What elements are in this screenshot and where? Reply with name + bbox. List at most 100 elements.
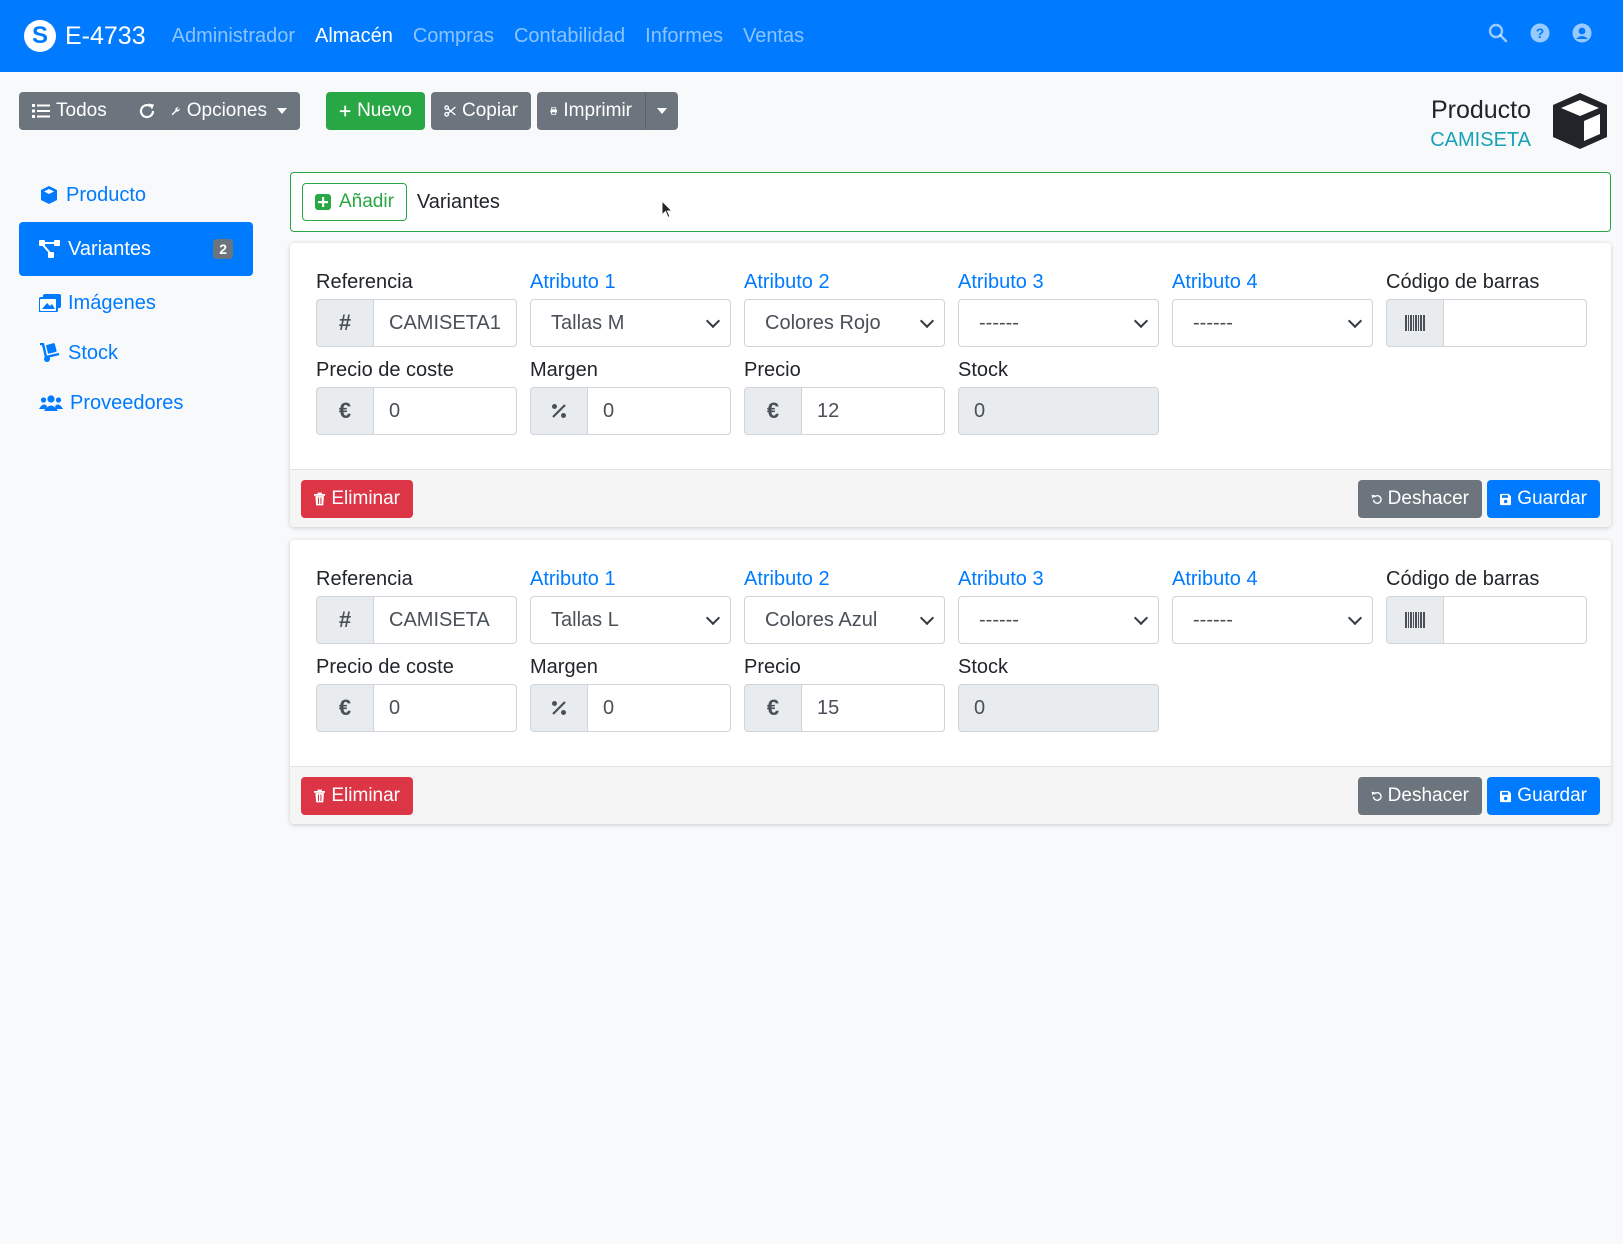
chevron-down-icon [1347, 313, 1363, 328]
attribute-3-link[interactable]: Atributo 3 [958, 269, 1159, 299]
add-variant-bar: Añadir Variantes [290, 172, 1611, 232]
brand-logo-icon: S [24, 20, 56, 52]
page-title: Producto [1430, 96, 1531, 124]
attribute-4-link[interactable]: Atributo 4 [1172, 269, 1373, 299]
print-button[interactable]: Imprimir [537, 92, 645, 130]
options-button-label: Opciones [186, 100, 267, 121]
sidebar-item-imagenes[interactable]: Imágenes [19, 278, 253, 328]
undo-button[interactable]: Deshacer [1358, 480, 1482, 518]
barcode-field: Código de barras [1386, 566, 1587, 644]
percent-icon [530, 684, 587, 732]
attribute-2-select[interactable]: Colores Azul [744, 596, 945, 644]
menu-administrador[interactable]: Administrador [172, 25, 295, 48]
save-button-label: Guardar [1517, 488, 1587, 509]
print-dropdown-toggle[interactable] [645, 92, 678, 130]
chevron-down-icon [919, 610, 935, 625]
attribute-1-select[interactable]: Tallas L [530, 596, 731, 644]
page-heading: Producto CAMISETA [1430, 90, 1611, 158]
price-label: Precio [744, 359, 801, 381]
chevron-down-icon [1133, 610, 1149, 625]
page-subtitle: CAMISETA [1430, 129, 1531, 151]
margin-field: Margen 0 [530, 654, 731, 732]
refresh-icon [139, 103, 155, 119]
price-input[interactable]: 15 [801, 684, 945, 732]
sitemap-icon [39, 240, 60, 258]
cost-price-label: Precio de coste [316, 359, 454, 381]
attribute-1-link[interactable]: Atributo 1 [530, 566, 731, 596]
save-button[interactable]: Guardar [1487, 777, 1600, 815]
brand-name: E-4733 [65, 21, 146, 50]
plus-square-icon [315, 194, 331, 210]
margin-label: Margen [530, 656, 598, 678]
hash-icon: # [316, 299, 373, 347]
barcode-input[interactable] [1443, 299, 1587, 347]
reference-input[interactable]: CAMISETA1 [373, 299, 517, 347]
attribute-2-select[interactable]: Colores Rojo [744, 299, 945, 347]
attribute-1-select[interactable]: Tallas M [530, 299, 731, 347]
chevron-down-icon [1133, 313, 1149, 328]
euro-icon: € [316, 684, 373, 732]
copy-button[interactable]: Copiar [431, 92, 531, 130]
options-button[interactable]: Opciones [158, 92, 300, 130]
reference-field: Referencia # CAMISETA1 [316, 269, 517, 347]
stock-field: Stock 0 [958, 654, 1159, 732]
add-variant-button[interactable]: Añadir [302, 183, 407, 221]
undo-button[interactable]: Deshacer [1358, 777, 1482, 815]
attribute-2-link[interactable]: Atributo 2 [744, 269, 945, 299]
hash-icon: # [316, 596, 373, 644]
all-button[interactable]: Todos [19, 92, 123, 130]
print-button-label: Imprimir [563, 100, 632, 121]
brand[interactable]: S E-4733 [24, 20, 146, 52]
cost-price-input[interactable]: 0 [373, 387, 517, 435]
help-icon[interactable]: ? [1529, 22, 1551, 44]
sidebar-item-label: Proveedores [70, 391, 184, 414]
menu-almacen[interactable]: Almacén [315, 25, 393, 48]
sidebar-item-variantes[interactable]: Variantes 2 [19, 222, 253, 276]
price-input[interactable]: 12 [801, 387, 945, 435]
barcode-input[interactable] [1443, 596, 1587, 644]
attribute-4-field: Atributo 4 ------ [1172, 269, 1373, 347]
attribute-4-link[interactable]: Atributo 4 [1172, 566, 1373, 596]
search-icon[interactable] [1487, 22, 1509, 44]
attribute-1-link[interactable]: Atributo 1 [530, 269, 731, 299]
attribute-1-field: Atributo 1 Tallas M [530, 269, 731, 347]
variant-card: Referencia # CAMISETA Atributo 1 Tallas … [290, 540, 1611, 824]
delete-button[interactable]: Eliminar [301, 777, 413, 815]
chevron-down-icon [656, 108, 667, 114]
sidebar-item-label: Stock [68, 341, 119, 364]
print-button-group: Imprimir [537, 92, 678, 130]
new-button[interactable]: Nuevo [326, 92, 425, 130]
trash-icon [314, 492, 326, 506]
attribute-2-link[interactable]: Atributo 2 [744, 566, 945, 596]
attribute-1-field: Atributo 1 Tallas L [530, 566, 731, 644]
stock-label: Stock [958, 359, 1009, 381]
delete-button[interactable]: Eliminar [301, 480, 413, 518]
cost-price-input[interactable]: 0 [373, 684, 517, 732]
margin-input[interactable]: 0 [587, 387, 731, 435]
svg-text:?: ? [1536, 25, 1545, 41]
barcode-field: Código de barras [1386, 269, 1587, 347]
sidebar-item-producto[interactable]: Producto [19, 170, 253, 220]
attribute-3-select[interactable]: ------ [958, 596, 1159, 644]
attribute-2-field: Atributo 2 Colores Azul [744, 566, 945, 644]
attribute-3-select[interactable]: ------ [958, 299, 1159, 347]
save-button[interactable]: Guardar [1487, 480, 1600, 518]
images-icon [39, 294, 61, 312]
attribute-4-select[interactable]: ------ [1172, 596, 1373, 644]
euro-icon: € [744, 387, 801, 435]
wrench-icon [171, 107, 180, 116]
margin-input[interactable]: 0 [587, 684, 731, 732]
attribute-4-select[interactable]: ------ [1172, 299, 1373, 347]
menu-informes[interactable]: Informes [645, 25, 723, 48]
reference-input[interactable]: CAMISETA [373, 596, 517, 644]
attribute-2-field: Atributo 2 Colores Rojo [744, 269, 945, 347]
menu-compras[interactable]: Compras [413, 25, 494, 48]
sidebar-item-proveedores[interactable]: Proveedores [19, 378, 253, 428]
sidebar-item-stock[interactable]: Stock [19, 328, 253, 378]
attribute-3-link[interactable]: Atributo 3 [958, 566, 1159, 596]
menu-contabilidad[interactable]: Contabilidad [514, 25, 625, 48]
user-icon[interactable] [1571, 22, 1593, 44]
menu-ventas[interactable]: Ventas [743, 25, 804, 48]
save-icon [1500, 790, 1512, 802]
stock-input: 0 [958, 387, 1159, 435]
